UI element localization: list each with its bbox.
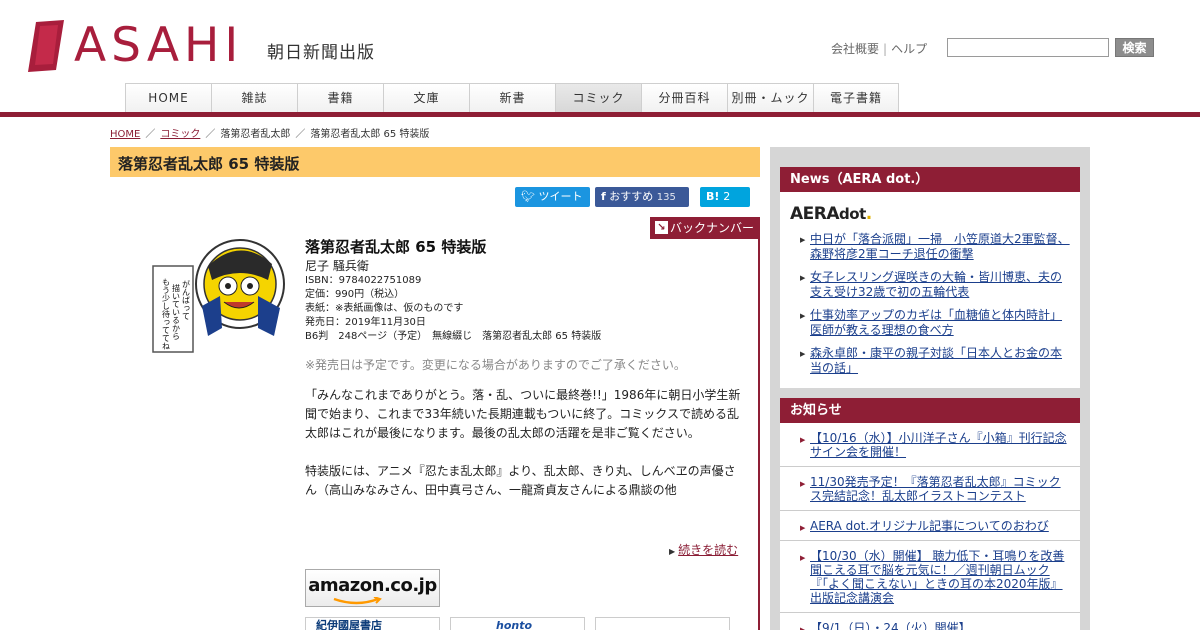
hatena-bookmark-button[interactable]: B! 2 [700,187,750,207]
notice-item: 【10/16（水）】小川洋子さん『小箱』刊行記念サイン会を開催！ [780,423,1080,467]
breadcrumb-home[interactable]: HOME [110,129,140,140]
notice-list: 【10/16（水）】小川洋子さん『小箱』刊行記念サイン会を開催！ 11/30発売… [780,423,1080,630]
book-format: B6判 248ページ（予定） 無線綴じ 落第忍者乱太郎 65 特装版 [305,331,602,342]
nav-mook[interactable]: 別冊・ムック [727,83,813,112]
book-isbn: ISBN：9784022751089 [305,275,422,286]
tweet-label: ツイート [538,190,583,203]
amazon-smile-icon [333,597,382,605]
fb-count: 135 [656,192,676,203]
description-paragraph: 「みんなこれまでありがとう。落・乱、ついに最終巻!!」1986年に朝日小学生新聞… [305,388,741,440]
tweet-button[interactable]: 🐦︎ ツイート [515,187,590,207]
cover-text: がんばって [182,279,191,320]
site-header: ASAHI 朝日新聞出版 会社概要 | ヘルプ 検索 HOME 雑誌 書籍 文庫 新… [0,0,1200,118]
book-price: 定価：990円（税込） [305,289,405,300]
kinokuniya-button[interactable]: 紀伊國屋書店 [305,617,440,630]
notice-link[interactable]: 【10/30（水）開催】 聴力低下・耳鳴りを改善 聞こえる耳で脳を元気に！／週刊… [810,549,1064,605]
breadcrumb-sep: ／ [205,129,216,140]
logo-subtitle[interactable]: 朝日新聞出版 [267,38,375,63]
honto-button[interactable]: honto [450,617,585,630]
release-notice: ※発売日は予定です。変更になる場合がありますのでご了承ください。 [305,358,686,372]
nav-magazine[interactable]: 雑誌 [211,83,297,112]
facebook-recommend-button[interactable]: f おすすめ 135 [595,187,689,207]
breadcrumb-comic[interactable]: コミック [160,129,200,140]
breadcrumb-sep: ／ [145,129,156,140]
book-author: 尼子 騒兵衛 [305,259,369,273]
logo-text[interactable]: ASAHI [74,18,243,74]
nav-bunko[interactable]: 文庫 [383,83,469,112]
notice-link[interactable]: 11/30発売予定！『落第忍者乱太郎』コミックス完結記念！乱太郎イラストコンテス… [810,475,1061,503]
news-item: 仕事効率アップのカギは「血糖値と体内時計」医師が教える理想の食べ方 [800,308,1070,338]
book-release-date: 発売日：2019年11月30日 [305,317,426,328]
book-info: 落第忍者乱太郎 65 特装版 尼子 騒兵衛 ISBN：9784022751089… [305,237,745,344]
company-link[interactable]: 会社概要 [831,42,879,56]
news-link[interactable]: 仕事効率アップのカギは「血糖値と体内時計」医師が教える理想の食べ方 [810,308,1062,337]
nav-partwork[interactable]: 分冊百科 [641,83,727,112]
store-button[interactable] [595,617,730,630]
global-nav: HOME 雑誌 書籍 文庫 新書 コミック 分冊百科 別冊・ムック 電子書籍 [125,83,899,112]
breadcrumb: HOME ／ コミック ／ 落第忍者乱太郎 ／ 落第忍者乱太郎 65 特装版 [110,125,429,140]
notice-link[interactable]: AERA dot.オリジナル記事についてのおわび [810,519,1049,533]
breadcrumb-sep: ／ [295,129,306,140]
read-more-link[interactable]: 続きを読む [669,541,738,558]
divider: | [883,42,888,56]
notice-heading: お知らせ [780,398,1080,423]
description-paragraph: 特装版には、アニメ『忍たま乱太郎』より、乱太郎、きり丸、しんべヱの声優さん（高山… [305,464,736,497]
page-title-bar: 落第忍者乱太郎 65 特装版 [110,147,760,177]
notice-panel: 【10/16（水）】小川洋子さん『小箱』刊行記念サイン会を開催！ 11/30発売… [780,423,1080,630]
news-item: 中日が「落合派閥」一掃 小笠原道大2軍監督、森野将彦2軍コーチ退任の衝撃 [800,232,1070,262]
news-heading: News（AERA dot.） [780,167,1080,192]
nav-books[interactable]: 書籍 [297,83,383,112]
twitter-icon: 🐦︎ [521,190,535,203]
notice-item: 【10/30（水）開催】 聴力低下・耳鳴りを改善 聞こえる耳で脳を元気に！／週刊… [780,541,1080,613]
page-title: 落第忍者乱太郎 65 特装版 [118,155,300,173]
news-link[interactable]: 中日が「落合派閥」一掃 小笠原道大2軍監督、森野将彦2軍コーチ退任の衝撃 [810,232,1070,261]
aera-dot-logo[interactable]: AERAdot. [790,204,872,224]
book-title: 落第忍者乱太郎 65 特装版 [305,238,487,256]
search-input[interactable] [947,38,1109,57]
nav-shinsho[interactable]: 新書 [469,83,555,112]
arrow-icon: ↘ [655,221,668,234]
news-list: 中日が「落合派閥」一掃 小笠原道大2軍監督、森野将彦2軍コーチ退任の衝撃 女子レ… [800,232,1070,384]
hatena-count: 2 [723,190,731,203]
breadcrumb-series: 落第忍者乱太郎 [220,129,291,140]
nav-ebooks[interactable]: 電子書籍 [813,83,899,112]
amazon-button[interactable]: amazon.co.jp [305,569,440,607]
logo-dot-icon: . [865,204,872,224]
svg-text:描いているから: 描いているから [172,283,181,340]
fb-label: おすすめ [609,190,654,203]
news-link[interactable]: 森永卓郎・康平の親子対談「日本人とお金の本当の話」 [810,346,1062,375]
backnumber-label: バックナンバー [670,221,755,235]
notice-item: 【9/1（日）・24（火）開催】… [780,613,1080,630]
backnumber-link[interactable]: ↘ バックナンバー [650,217,760,239]
content-divider [758,239,760,630]
nav-home[interactable]: HOME [125,83,211,112]
svg-text:もう少し待っててね: もう少し待っててね [162,278,171,350]
hatena-icon: B! [706,190,720,203]
asahi-logo-icon[interactable] [26,20,66,72]
news-link[interactable]: 女子レスリング遅咲きの大輪・皆川博恵、夫の支え受け32歳で初の五輪代表 [810,270,1062,299]
search-button[interactable]: 検索 [1115,38,1154,57]
notice-link[interactable]: 【9/1（日）・24（火）開催】… [810,621,983,630]
notice-item: AERA dot.オリジナル記事についてのおわび [780,511,1080,541]
header-divider [0,112,1200,117]
facebook-icon: f [601,190,606,203]
book-cover-image[interactable]: がんばって 描いているから もう少し待っててね [150,236,290,356]
news-item: 森永卓郎・康平の親子対談「日本人とお金の本当の話」 [800,346,1070,376]
utility-links: 会社概要 | ヘルプ [831,40,927,57]
notice-link[interactable]: 【10/16（水）】小川洋子さん『小箱』刊行記念サイン会を開催！ [810,431,1067,459]
aera-logo-text: AERA [790,204,840,224]
breadcrumb-current: 落第忍者乱太郎 65 特装版 [310,129,430,140]
nav-comic[interactable]: コミック [555,83,641,112]
book-description: 「みんなこれまでありがとう。落・乱、ついに最終巻!!」1986年に朝日小学生新聞… [305,386,745,500]
news-panel: AERAdot. 中日が「落合派閥」一掃 小笠原道大2軍監督、森野将彦2軍コーチ… [780,192,1080,388]
help-link[interactable]: ヘルプ [891,42,927,56]
news-item: 女子レスリング遅咲きの大輪・皆川博恵、夫の支え受け32歳で初の五輪代表 [800,270,1070,300]
notice-item: 11/30発売予定！『落第忍者乱太郎』コミックス完結記念！乱太郎イラストコンテス… [780,467,1080,511]
book-cover-note: 表紙：※表紙画像は、仮のものです [305,303,464,314]
aera-logo-sub: dot [839,205,866,223]
